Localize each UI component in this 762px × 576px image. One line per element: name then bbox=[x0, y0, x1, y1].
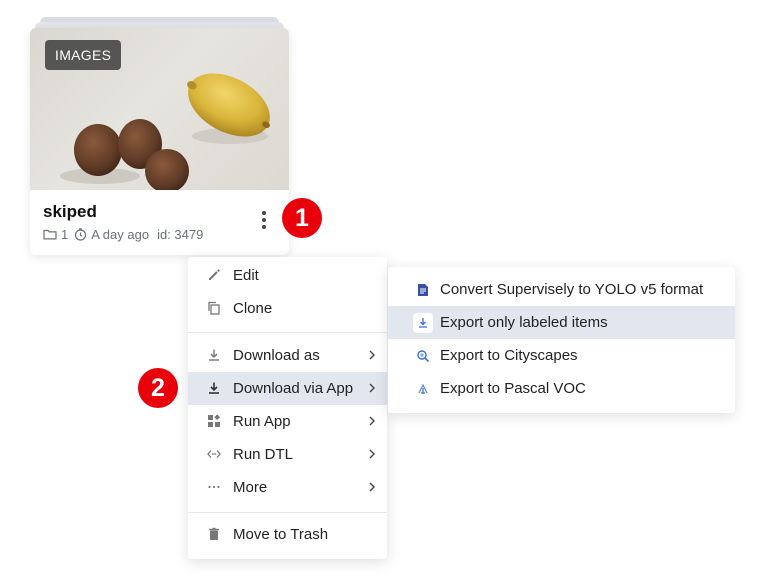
step-marker-2: 2 bbox=[138, 368, 178, 408]
context-menu: Edit Clone Download as Download via App … bbox=[188, 257, 387, 559]
menu-item-move-to-trash[interactable]: Move to Trash bbox=[188, 518, 387, 551]
yolo-app-icon bbox=[413, 280, 433, 300]
menu-item-download-as[interactable]: Download as bbox=[188, 339, 387, 372]
kebab-dot bbox=[262, 218, 266, 222]
menu-item-more[interactable]: More bbox=[188, 471, 387, 504]
cityscapes-app-icon bbox=[413, 346, 433, 366]
trash-icon bbox=[209, 527, 219, 540]
project-card[interactable]: IMAGES skiped 1 A day ago id: 3479 bbox=[30, 28, 289, 255]
kebab-dot bbox=[262, 211, 266, 215]
folder-icon bbox=[43, 229, 57, 240]
submenu-item-label: Export only labeled items bbox=[440, 314, 608, 331]
pascal-voc-app-icon bbox=[413, 379, 433, 399]
menu-item-label: Run DTL bbox=[233, 446, 294, 463]
menu-item-label: Clone bbox=[233, 300, 273, 317]
menu-item-download-via-app[interactable]: Download via App bbox=[188, 372, 387, 405]
project-meta: 1 A day ago id: 3479 bbox=[43, 227, 203, 242]
submenu-item-export-pascal-voc[interactable]: Export to Pascal VOC bbox=[388, 372, 735, 405]
project-type-badge: IMAGES bbox=[45, 40, 122, 70]
submenu-item-label: Convert Supervisely to YOLO v5 format bbox=[440, 281, 704, 298]
menu-divider bbox=[188, 512, 387, 513]
chevron-right-icon bbox=[369, 449, 375, 459]
menu-item-label: Move to Trash bbox=[233, 526, 329, 543]
chevron-right-icon bbox=[369, 482, 375, 492]
clock-icon bbox=[75, 228, 87, 241]
chevron-right-icon bbox=[369, 416, 375, 426]
project-title[interactable]: skiped bbox=[43, 202, 97, 222]
download-via-app-submenu: Convert Supervisely to YOLO v5 format Ex… bbox=[388, 267, 735, 413]
submenu-item-export-cityscapes[interactable]: Export to Cityscapes bbox=[388, 339, 735, 372]
code-icon bbox=[207, 450, 221, 458]
menu-item-run-app[interactable]: Run App bbox=[188, 405, 387, 438]
menu-item-label: Download as bbox=[233, 347, 320, 364]
items-count: 1 bbox=[61, 227, 69, 242]
download-icon bbox=[209, 349, 219, 361]
menu-divider bbox=[188, 332, 387, 333]
chevron-right-icon bbox=[369, 350, 375, 360]
menu-item-label: Edit bbox=[233, 267, 259, 284]
pencil-icon bbox=[209, 269, 220, 280]
menu-item-label: Download via App bbox=[233, 380, 354, 397]
download-icon bbox=[209, 382, 219, 394]
menu-item-run-dtl[interactable]: Run DTL bbox=[188, 438, 387, 471]
menu-item-edit[interactable]: Edit bbox=[188, 259, 387, 292]
submenu-item-label: Export to Pascal VOC bbox=[440, 380, 586, 397]
project-id: id: 3479 bbox=[157, 227, 204, 242]
copy-icon bbox=[208, 301, 220, 315]
submenu-item-export-labeled[interactable]: Export only labeled items bbox=[388, 306, 735, 339]
menu-item-label: More bbox=[233, 479, 268, 496]
more-icon bbox=[208, 485, 220, 489]
submenu-item-convert-yolo[interactable]: Convert Supervisely to YOLO v5 format bbox=[388, 273, 735, 306]
project-updated-time: A day ago bbox=[91, 227, 150, 242]
menu-item-clone[interactable]: Clone bbox=[188, 292, 387, 325]
more-options-button[interactable] bbox=[254, 208, 274, 232]
chevron-right-icon bbox=[369, 383, 375, 393]
project-thumbnail[interactable]: IMAGES bbox=[30, 28, 289, 190]
menu-item-label: Run App bbox=[233, 413, 291, 430]
step-marker-1: 1 bbox=[282, 198, 322, 238]
submenu-item-label: Export to Cityscapes bbox=[440, 347, 578, 364]
kebab-dot bbox=[262, 225, 266, 229]
apps-icon bbox=[208, 414, 221, 427]
export-download-icon bbox=[413, 313, 433, 333]
